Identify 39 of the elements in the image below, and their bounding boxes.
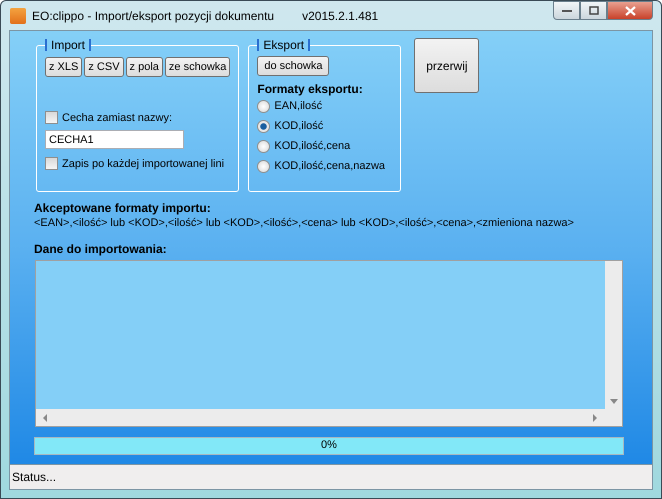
app-logo-icon	[10, 8, 26, 24]
radio-label: KOD,ilość,cena,nazwa	[274, 160, 386, 172]
import-button[interactable]: ze schowka	[164, 57, 230, 77]
version-label: v2015.2.1.481	[302, 8, 378, 22]
radio-button[interactable]	[257, 100, 270, 112]
progress-reading: 0%	[320, 439, 338, 451]
import-data-label: Dane do importowania:	[34, 242, 168, 256]
window-title: EO:clippo - Import/eksport pozycji dokumentu	[32, 8, 274, 22]
radio-label: KOD,ilość,cena	[274, 140, 350, 152]
status-text: Status...	[12, 470, 56, 484]
maximize-icon	[588, 6, 598, 15]
radio-button[interactable]	[257, 160, 270, 172]
maximize-button[interactable]	[580, 1, 607, 20]
radio-label: KOD,ilość	[274, 120, 324, 132]
group-title: Import	[45, 39, 92, 51]
group-title: Eksport	[257, 39, 310, 51]
radio-button[interactable]	[257, 140, 270, 152]
close-button[interactable]	[607, 1, 653, 20]
checkbox-label: Cecha zamiast nazwy:	[62, 112, 172, 124]
formats-label: Formaty eksportu:	[257, 82, 364, 96]
down-arrow-icon[interactable]	[610, 399, 618, 404]
left-arrow-icon[interactable]	[42, 414, 48, 422]
close-icon	[624, 6, 636, 16]
radio-label: EAN,ilość	[274, 100, 322, 112]
stop-button[interactable]: przerwij	[414, 38, 480, 93]
accepted-formats-label: Akceptowane formaty importu:	[34, 201, 212, 215]
accepted-formats-text: <EAN>,<ilość> lub <KOD>,<ilość> lub <KOD>,<ilość>,<cena> lub <KOD>,<ilość>,<cena>,<zmieniona nazwa>	[34, 216, 574, 230]
minimize-icon	[562, 8, 572, 12]
radio-button[interactable]	[257, 120, 270, 132]
checkbox[interactable]	[45, 111, 58, 124]
checkbox[interactable]	[45, 157, 58, 170]
minimize-button[interactable]	[553, 1, 580, 20]
export-button[interactable]: do schowka	[257, 56, 330, 76]
import-button[interactable]: z XLS	[45, 57, 82, 77]
right-arrow-icon[interactable]	[592, 414, 598, 422]
checkbox-label: Zapis po każdej importowanej lini	[62, 158, 224, 170]
import-button[interactable]: z CSV	[84, 57, 124, 77]
import-button[interactable]: z pola	[126, 57, 163, 77]
feature-input-field[interactable]: CECHA1	[45, 130, 184, 149]
